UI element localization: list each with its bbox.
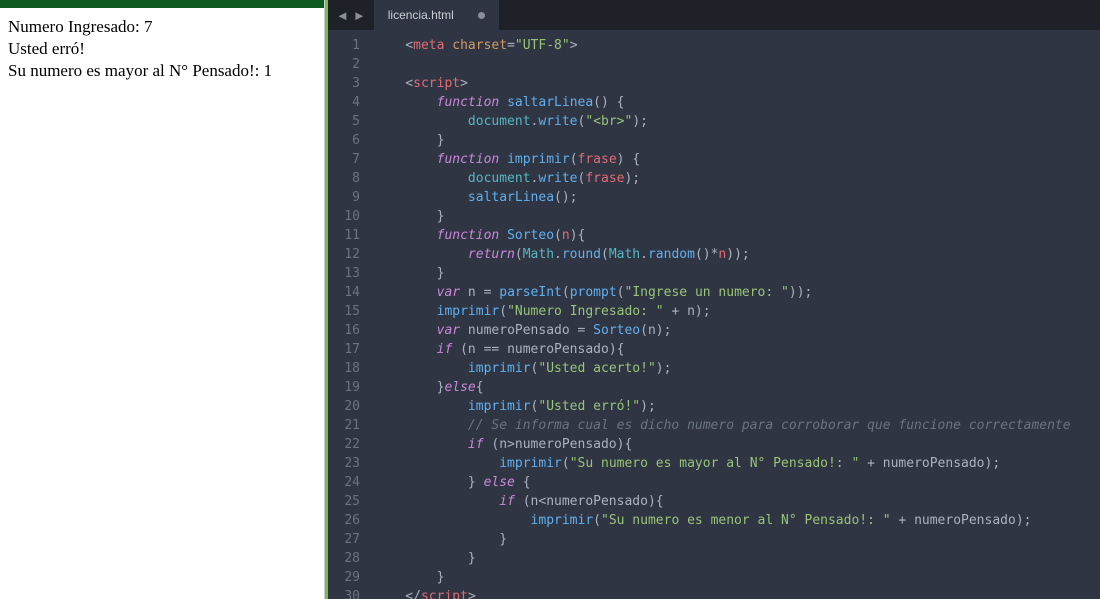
line-number: 30: [328, 587, 360, 599]
tab-bar: ◄ ► licencia.html: [328, 0, 1100, 30]
code-line[interactable]: document.write("<br>");: [374, 112, 1100, 131]
line-number: 26: [328, 511, 360, 530]
code-line[interactable]: imprimir("Numero Ingresado: " + n);: [374, 302, 1100, 321]
line-number: 5: [328, 112, 360, 131]
browser-output: Numero Ingresado: 7 Usted erró! Su numer…: [0, 8, 324, 90]
code-line[interactable]: }: [374, 207, 1100, 226]
line-number: 15: [328, 302, 360, 321]
line-number: 4: [328, 93, 360, 112]
code-line[interactable]: return(Math.round(Math.random()*n));: [374, 245, 1100, 264]
line-number: 3: [328, 74, 360, 93]
line-number: 25: [328, 492, 360, 511]
code-line[interactable]: imprimir("Usted erró!");: [374, 397, 1100, 416]
line-number: 22: [328, 435, 360, 454]
code-line[interactable]: if (n == numeroPensado){: [374, 340, 1100, 359]
output-line: Su numero es mayor al N° Pensado!: 1: [8, 60, 316, 82]
code-content[interactable]: <meta charset="UTF-8"> <script> function…: [370, 30, 1100, 599]
code-line[interactable]: if (n<numeroPensado){: [374, 492, 1100, 511]
code-editor[interactable]: 1234567891011121314151617181920212223242…: [328, 30, 1100, 599]
code-editor-pane: ◄ ► licencia.html 1234567891011121314151…: [325, 0, 1100, 599]
code-line[interactable]: }: [374, 568, 1100, 587]
line-number: 14: [328, 283, 360, 302]
code-line[interactable]: <meta charset="UTF-8">: [374, 36, 1100, 55]
code-line[interactable]: // Se informa cual es dicho numero para …: [374, 416, 1100, 435]
line-number: 29: [328, 568, 360, 587]
code-line[interactable]: saltarLinea();: [374, 188, 1100, 207]
code-line[interactable]: var n = parseInt(prompt("Ingrese un nume…: [374, 283, 1100, 302]
line-number: 10: [328, 207, 360, 226]
next-tab-icon[interactable]: ►: [353, 8, 366, 23]
line-number: 12: [328, 245, 360, 264]
prev-tab-icon[interactable]: ◄: [336, 8, 349, 23]
line-number: 23: [328, 454, 360, 473]
line-number: 1: [328, 36, 360, 55]
code-line[interactable]: [374, 55, 1100, 74]
line-number: 27: [328, 530, 360, 549]
browser-toolbar: [0, 0, 324, 8]
line-number: 21: [328, 416, 360, 435]
code-line[interactable]: imprimir("Su numero es menor al N° Pensa…: [374, 511, 1100, 530]
output-line: Numero Ingresado: 7: [8, 16, 316, 38]
line-number: 11: [328, 226, 360, 245]
line-number: 24: [328, 473, 360, 492]
line-number: 6: [328, 131, 360, 150]
code-line[interactable]: }: [374, 264, 1100, 283]
code-line[interactable]: }else{: [374, 378, 1100, 397]
line-number: 2: [328, 55, 360, 74]
code-line[interactable]: </script>: [374, 587, 1100, 599]
code-line[interactable]: function Sorteo(n){: [374, 226, 1100, 245]
line-number: 8: [328, 169, 360, 188]
code-line[interactable]: <script>: [374, 74, 1100, 93]
code-line[interactable]: imprimir("Usted acerto!");: [374, 359, 1100, 378]
code-line[interactable]: document.write(frase);: [374, 169, 1100, 188]
code-line[interactable]: }: [374, 549, 1100, 568]
unsaved-indicator-icon: [478, 12, 485, 19]
browser-preview-pane: Numero Ingresado: 7 Usted erró! Su numer…: [0, 0, 325, 599]
code-line[interactable]: } else {: [374, 473, 1100, 492]
line-number: 18: [328, 359, 360, 378]
code-line[interactable]: imprimir("Su numero es mayor al N° Pensa…: [374, 454, 1100, 473]
code-line[interactable]: }: [374, 530, 1100, 549]
line-number: 13: [328, 264, 360, 283]
code-line[interactable]: if (n>numeroPensado){: [374, 435, 1100, 454]
line-number: 9: [328, 188, 360, 207]
tab-licencia[interactable]: licencia.html: [374, 0, 499, 30]
line-number: 7: [328, 150, 360, 169]
line-number: 16: [328, 321, 360, 340]
tab-nav: ◄ ►: [328, 0, 374, 30]
code-line[interactable]: function saltarLinea() {: [374, 93, 1100, 112]
line-number: 20: [328, 397, 360, 416]
code-line[interactable]: function imprimir(frase) {: [374, 150, 1100, 169]
line-number: 19: [328, 378, 360, 397]
code-line[interactable]: var numeroPensado = Sorteo(n);: [374, 321, 1100, 340]
output-line: Usted erró!: [8, 38, 316, 60]
tab-filename: licencia.html: [388, 8, 454, 22]
line-number: 17: [328, 340, 360, 359]
code-line[interactable]: }: [374, 131, 1100, 150]
line-number: 28: [328, 549, 360, 568]
line-number-gutter: 1234567891011121314151617181920212223242…: [328, 30, 370, 599]
